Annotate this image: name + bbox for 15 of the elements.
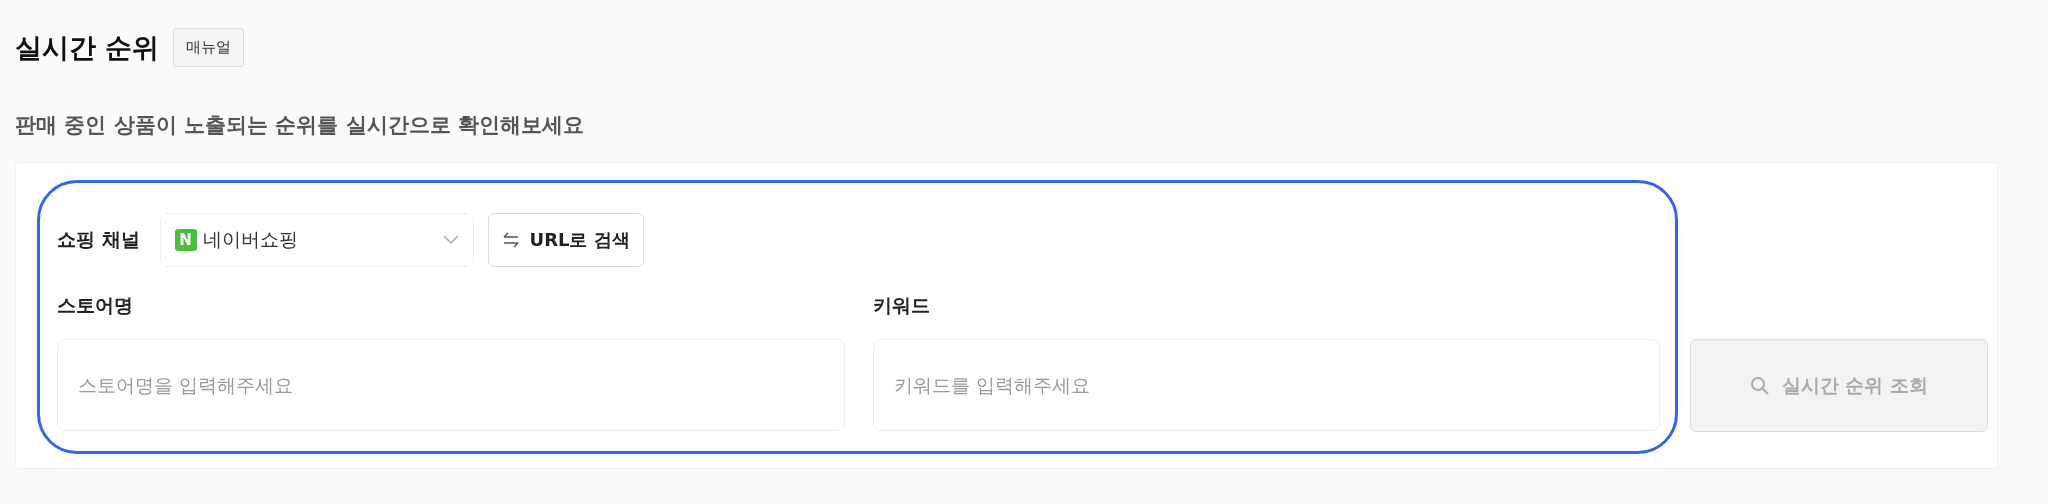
text-field[interactable]: 스토어명을 입력해주세요 xyxy=(57,339,845,431)
channel-logo-icon: N xyxy=(174,229,197,251)
field-label: 스토어명 xyxy=(57,293,134,318)
text-field[interactable]: 키워드를 입력해주세요 xyxy=(872,339,1660,431)
search-icon xyxy=(1749,375,1770,396)
channel-dropdown[interactable]: N 네이버쇼핑 xyxy=(159,213,474,267)
url-search-button[interactable]: URL로 검색 xyxy=(487,213,644,267)
page-title: 실시간 순위 xyxy=(15,30,160,65)
manual-button[interactable]: 매뉴얼 xyxy=(173,28,245,67)
swap-arrows-icon xyxy=(501,232,520,248)
channel-value: 네이버쇼핑 xyxy=(202,227,299,252)
field-label: 키워드 xyxy=(872,293,931,318)
chevron-down-icon xyxy=(442,235,459,245)
channel-label: 쇼핑 채널 xyxy=(57,227,140,252)
page-subtitle: 판매 중인 상품이 노출되는 순위를 실시간으로 확인해보세요 xyxy=(15,112,585,139)
